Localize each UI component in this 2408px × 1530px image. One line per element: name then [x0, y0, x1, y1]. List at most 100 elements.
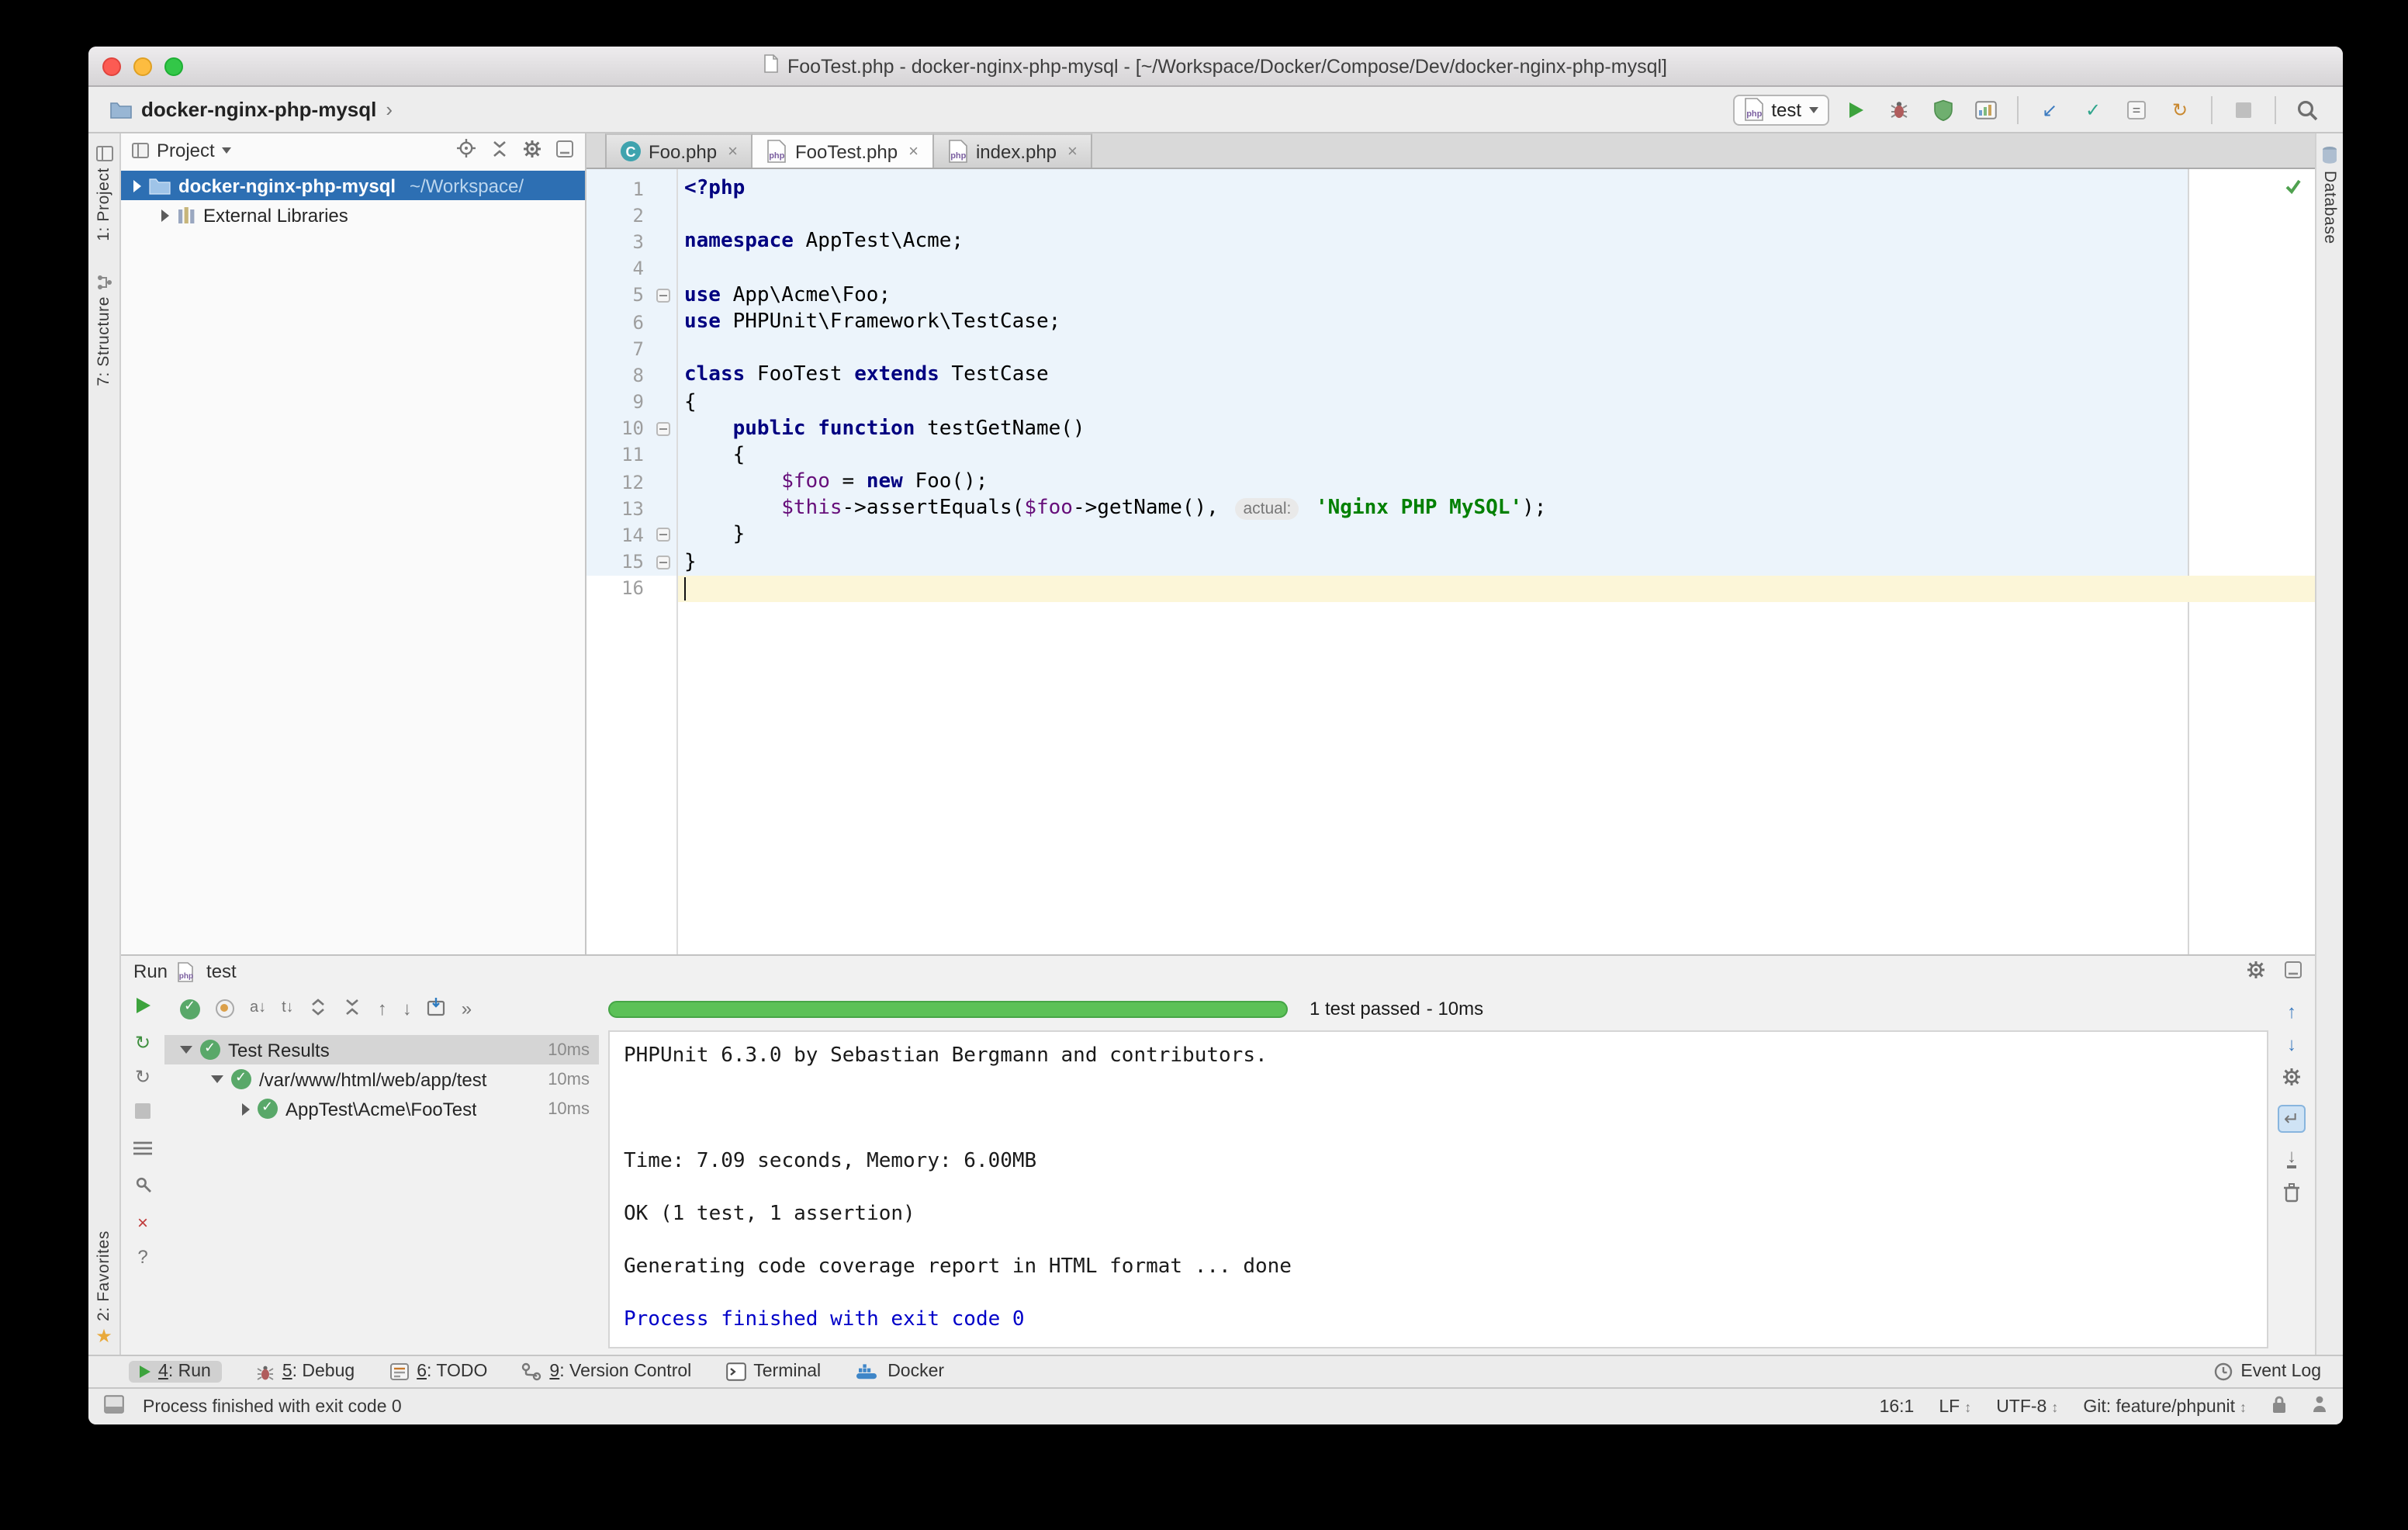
chevron-right-icon[interactable]	[161, 209, 169, 221]
chevron-right-icon[interactable]	[242, 1102, 250, 1115]
move-up-icon[interactable]: ↑	[2287, 1002, 2296, 1021]
breadcrumb-project-name[interactable]: docker-nginx-php-mysql	[141, 98, 376, 121]
pin-icon[interactable]	[134, 1176, 151, 1198]
vcs-update-button[interactable]: ↙	[2033, 92, 2067, 126]
test-tree-row-class[interactable]: AppTest\Acme\FooTest 10ms	[164, 1094, 599, 1123]
code-line[interactable]: {	[678, 389, 2315, 415]
expand-all-icon[interactable]	[310, 997, 328, 1020]
chevron-down-icon[interactable]	[180, 1046, 192, 1054]
locate-file-button[interactable]	[456, 138, 476, 163]
console-settings-icon[interactable]	[2282, 1068, 2301, 1091]
console-line[interactable]	[624, 1227, 2253, 1254]
rerun-failed-icon[interactable]: ↻	[135, 1033, 150, 1052]
test-tree-row-suite[interactable]: /var/www/html/web/app/test 10ms	[164, 1064, 599, 1094]
gutter-line[interactable]: 11	[586, 442, 676, 469]
code-line[interactable]: $foo = new Foo();	[678, 469, 2315, 495]
console-line[interactable]	[624, 1175, 2253, 1201]
tool-button-version-control[interactable]: 9: Version Control	[521, 1362, 691, 1381]
code-line[interactable]: }	[678, 522, 2315, 549]
tool-button-debug[interactable]: 5: Debug	[256, 1362, 355, 1381]
console-line[interactable]	[624, 1122, 2253, 1148]
close-icon[interactable]: ×	[137, 1213, 148, 1232]
code-line[interactable]: use PHPUnit\Framework\TestCase;	[678, 309, 2315, 335]
settings-icon[interactable]	[523, 139, 541, 162]
tool-button-project-stripe[interactable]: 1: Project	[95, 146, 113, 241]
code-line[interactable]: use App\Acme\Foo;	[678, 282, 2315, 309]
code-line[interactable]: public function testGetName()	[678, 415, 2315, 441]
run-button[interactable]	[1839, 92, 1873, 126]
chevron-down-icon[interactable]	[211, 1075, 223, 1083]
tab-footest-php[interactable]: php FooTest.php ×	[753, 133, 934, 168]
breadcrumb[interactable]: docker-nginx-php-mysql ›	[110, 98, 393, 121]
gutter-line[interactable]: 12	[586, 469, 676, 495]
tool-button-database-stripe[interactable]: Database	[2320, 146, 2339, 244]
zoom-window-button[interactable]	[164, 57, 183, 76]
code-line[interactable]: }	[678, 549, 2315, 575]
event-log-button[interactable]: Event Log	[2214, 1362, 2321, 1381]
encoding-select[interactable]: UTF-8	[1996, 1397, 2058, 1416]
run-profiler-button[interactable]	[1969, 92, 2003, 126]
run-panel-config-name[interactable]: test	[206, 961, 237, 982]
gutter-line[interactable]: 5	[586, 282, 676, 309]
gutter-line[interactable]: 13	[586, 496, 676, 522]
chevron-down-icon[interactable]	[223, 147, 232, 154]
help-icon[interactable]: ?	[137, 1248, 147, 1266]
console-line[interactable]	[624, 1096, 2253, 1122]
gutter-line[interactable]: 3	[586, 229, 676, 255]
console-line[interactable]: PHPUnit 6.3.0 by Sebastian Bergmann and …	[624, 1043, 2253, 1069]
scroll-to-end-icon[interactable]: ↓	[2287, 1147, 2296, 1168]
gutter-line[interactable]: 9	[586, 389, 676, 415]
gutter-line[interactable]: 8	[586, 362, 676, 389]
show-ignored-icon[interactable]	[216, 999, 234, 1018]
run-config-select[interactable]: php test	[1732, 94, 1829, 125]
sort-alphabetically-icon[interactable]: a↓	[250, 1001, 266, 1016]
more-icon[interactable]: »	[462, 999, 472, 1018]
code-editor[interactable]: 12345678910111213141516 <?phpnamespace A…	[586, 169, 2315, 954]
gutter-line[interactable]: 16	[586, 576, 676, 602]
minimize-window-button[interactable]	[133, 57, 152, 76]
gutter-line[interactable]: 1	[586, 175, 676, 202]
code-line[interactable]: $this->assertEquals($foo->getName(), act…	[678, 496, 2315, 522]
inspections-ok-icon[interactable]	[2284, 177, 2302, 200]
code-line[interactable]: class FooTest extends TestCase	[678, 362, 2315, 389]
run-coverage-button[interactable]	[1925, 92, 1960, 126]
code-line[interactable]: namespace AppTest\Acme;	[678, 229, 2315, 255]
soft-wrap-icon[interactable]: ↵	[2278, 1105, 2306, 1133]
tool-button-favorites-stripe[interactable]: 2: Favorites ★	[95, 1230, 113, 1345]
caret-position-widget[interactable]: 16:1	[1880, 1397, 1915, 1416]
fold-marker-icon[interactable]	[656, 528, 670, 542]
tool-button-docker[interactable]: Docker	[855, 1362, 944, 1381]
git-branch-select[interactable]: Git: feature/phpunit	[2083, 1397, 2247, 1416]
external-libraries-row[interactable]: External Libraries	[121, 200, 585, 230]
next-occurrence-icon[interactable]: ↓	[403, 999, 412, 1018]
stop-icon[interactable]	[135, 1102, 150, 1123]
toolwindow-toggle-icon[interactable]	[104, 1395, 124, 1418]
hide-panel-icon[interactable]	[2284, 960, 2302, 983]
titlebar[interactable]: FooTest.php - docker-nginx-php-mysql - […	[88, 47, 2343, 87]
close-window-button[interactable]	[102, 57, 121, 76]
view-options-icon[interactable]	[133, 1139, 152, 1161]
console-line[interactable]: OK (1 test, 1 assertion)	[624, 1201, 2253, 1227]
console-line[interactable]	[624, 1280, 2253, 1307]
previous-occurrence-icon[interactable]: ↑	[378, 999, 387, 1018]
settings-icon[interactable]	[2247, 960, 2265, 983]
gutter-line[interactable]: 10	[586, 415, 676, 441]
hide-panel-icon[interactable]	[555, 139, 574, 162]
code-line[interactable]	[678, 576, 2315, 602]
search-everywhere-button[interactable]	[2290, 92, 2324, 126]
toggle-auto-test-icon[interactable]: ↻	[135, 1068, 150, 1086]
code-line[interactable]	[678, 202, 2315, 228]
document-proxy-icon[interactable]	[764, 54, 780, 78]
fold-marker-icon[interactable]	[656, 555, 670, 569]
tool-button-structure-stripe[interactable]: 7: Structure	[95, 275, 113, 387]
tab-foo-php[interactable]: Foo.php ×	[605, 133, 753, 168]
tool-button-terminal[interactable]: Terminal	[725, 1362, 821, 1381]
code-line[interactable]: <?php	[678, 175, 2315, 202]
test-history-icon[interactable]	[427, 997, 446, 1020]
gutter-line[interactable]: 15	[586, 549, 676, 575]
tool-button-todo[interactable]: 6: TODO	[389, 1362, 487, 1381]
fold-marker-icon[interactable]	[656, 421, 670, 435]
console-line[interactable]: Time: 7.09 seconds, Memory: 6.00MB	[624, 1148, 2253, 1175]
test-console[interactable]: PHPUnit 6.3.0 by Sebastian Bergmann and …	[608, 1030, 2268, 1348]
collapse-all-button[interactable]	[490, 139, 509, 162]
